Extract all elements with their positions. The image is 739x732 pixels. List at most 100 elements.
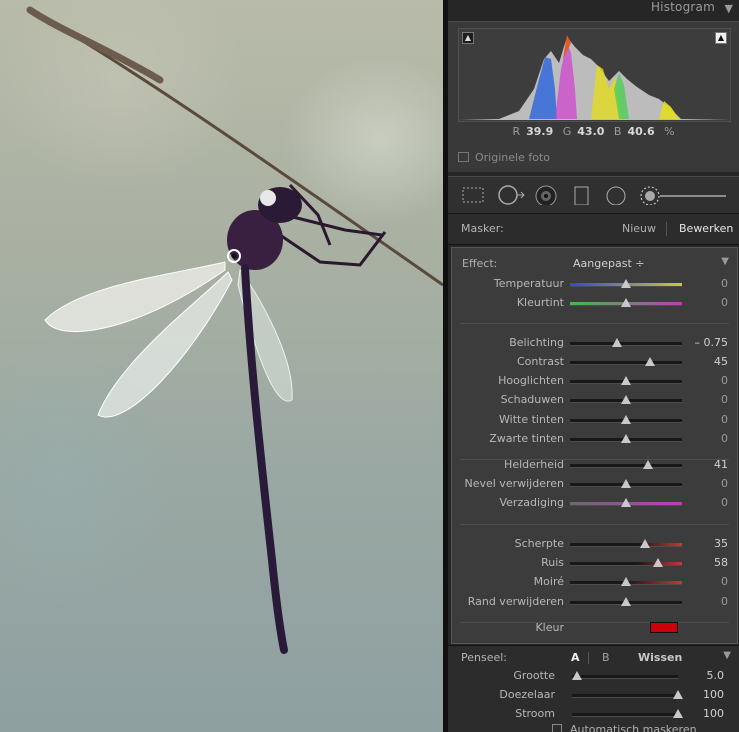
collapse-triangle-icon[interactable]: ▼ [725, 2, 733, 15]
slider-value[interactable]: 100 [703, 688, 724, 701]
slider-track[interactable] [570, 279, 682, 288]
slider-knob[interactable] [621, 479, 631, 489]
slider-value[interactable]: 45 [714, 355, 728, 368]
highlight-clipping-icon[interactable]: ▲ [715, 32, 727, 44]
slider-value[interactable]: 0 [721, 374, 728, 387]
brush-label: Penseel: [461, 651, 508, 664]
slider-value[interactable]: 0 [721, 496, 728, 509]
slider-track[interactable] [570, 460, 682, 469]
photo-preview[interactable] [0, 0, 443, 732]
auto-mask-label: Automatisch maskeren [570, 723, 697, 732]
mask-new-button[interactable]: Nieuw [622, 222, 656, 235]
slider-track[interactable] [570, 338, 682, 347]
slider-knob[interactable] [640, 539, 651, 548]
histogram-curve [459, 35, 730, 120]
slider-value[interactable]: 35 [714, 537, 728, 550]
slider-label: Hooglichten [498, 374, 564, 388]
slider-track[interactable] [572, 671, 678, 680]
histogram-header[interactable]: Histogram ▼ [448, 0, 739, 20]
rgb-readout: R 39.9 G 43.0 B 40.6 % [448, 125, 739, 138]
redeye-icon[interactable] [534, 185, 558, 205]
original-photo-toggle[interactable]: Originele foto [458, 151, 550, 164]
slider-knob[interactable] [621, 498, 631, 508]
slider-knob[interactable] [621, 395, 631, 405]
slider-value[interactable]: 5.0 [707, 669, 725, 682]
slider-track[interactable] [570, 414, 682, 424]
slider-track[interactable] [570, 376, 682, 386]
brush-erase-button[interactable]: Wissen [638, 651, 682, 664]
shadow-clipping-icon[interactable]: ▲ [462, 32, 474, 44]
slider-value[interactable]: 0 [721, 477, 728, 490]
slider-track[interactable] [570, 479, 682, 489]
checkbox-icon[interactable] [458, 152, 469, 162]
slider-track[interactable] [570, 577, 682, 587]
slider-value[interactable]: 0 [721, 296, 728, 309]
slider-knob[interactable] [621, 376, 631, 386]
radial-filter-icon[interactable] [604, 185, 628, 205]
slider-knob[interactable] [673, 709, 683, 718]
slider-value[interactable]: 100 [703, 707, 724, 720]
slider-label: Zwarte tinten [489, 431, 564, 445]
slider-track[interactable] [570, 433, 682, 443]
slider-label: Belichting [509, 336, 564, 349]
spot-removal-icon[interactable] [496, 185, 526, 205]
histogram-graph[interactable]: ▲ ▲ [458, 28, 731, 122]
slider-value[interactable]: 41 [714, 458, 728, 471]
slider-value[interactable]: 0 [721, 277, 728, 290]
slider-track[interactable] [570, 498, 682, 508]
b-value: 40.6 [627, 125, 655, 138]
slider-knob[interactable] [621, 433, 631, 443]
slider-knob[interactable] [621, 414, 631, 424]
slider-track[interactable] [570, 539, 682, 548]
slider-knob[interactable] [621, 596, 631, 606]
slider-track[interactable] [572, 690, 683, 699]
slider-row: Schaduwen 0 [452, 391, 737, 409]
slider-knob[interactable] [621, 577, 631, 587]
slider-track[interactable] [570, 395, 682, 405]
slider-row: Helderheid 41 [452, 456, 737, 474]
collapse-triangle-icon[interactable]: ▼ [723, 650, 731, 661]
checkbox-icon[interactable] [552, 724, 562, 732]
g-label: G [562, 125, 572, 138]
slider-value[interactable]: 0 [721, 595, 728, 608]
effects-panel: Effect: Aangepast ÷ ▼ Temperatuur 0 Kleurt… [451, 247, 738, 644]
slider-knob[interactable] [621, 279, 631, 288]
adjustment-brush-icon[interactable] [638, 185, 730, 205]
slider-value[interactable]: 0 [721, 432, 728, 445]
slider-track[interactable] [570, 357, 682, 366]
slider-knob[interactable] [644, 357, 655, 366]
brush-a-button[interactable]: A [571, 651, 580, 664]
slider-label: Ruis [541, 556, 564, 570]
slider-knob[interactable] [621, 298, 631, 308]
effect-preset-select[interactable]: Aangepast ÷ [573, 257, 644, 270]
slider-knob[interactable] [572, 671, 583, 680]
slider-track[interactable] [570, 558, 682, 568]
crop-icon[interactable] [460, 185, 486, 205]
histogram-title: Histogram [650, 0, 715, 14]
slider-knob[interactable] [673, 690, 683, 699]
slider-value[interactable]: 58 [714, 556, 728, 569]
slider-track[interactable] [570, 596, 682, 606]
brush-b-button[interactable]: B [602, 651, 610, 664]
slider-label: Verzadiging [499, 496, 564, 510]
collapse-triangle-icon[interactable]: ▼ [721, 256, 729, 267]
slider-track[interactable] [570, 298, 682, 308]
color-swatch[interactable] [650, 622, 678, 633]
slider-row: Scherpte 35 [452, 535, 737, 553]
slider-label: Moiré [533, 575, 564, 589]
brush-panel: Penseel: A B Wissen ▼ Grootte 5.0 Doezelaa… [448, 645, 739, 732]
mask-edit-button[interactable]: Bewerken [679, 222, 733, 235]
slider-knob[interactable] [653, 558, 664, 568]
slider-value[interactable]: 0 [721, 393, 728, 406]
slider-track[interactable] [572, 709, 683, 718]
auto-mask-toggle[interactable]: Automatisch maskeren [552, 723, 697, 732]
slider-label: Rand verwijderen [467, 594, 564, 608]
graduated-filter-icon[interactable] [572, 185, 592, 205]
slider-value[interactable]: 0 [721, 413, 728, 426]
slider-label: Grootte [513, 669, 555, 682]
slider-value[interactable]: 0 [721, 575, 728, 588]
slider-knob[interactable] [612, 338, 623, 347]
slider-value[interactable]: – 0.75 [695, 336, 729, 349]
slider-label: Schaduwen [500, 393, 564, 407]
slider-knob[interactable] [643, 460, 654, 469]
